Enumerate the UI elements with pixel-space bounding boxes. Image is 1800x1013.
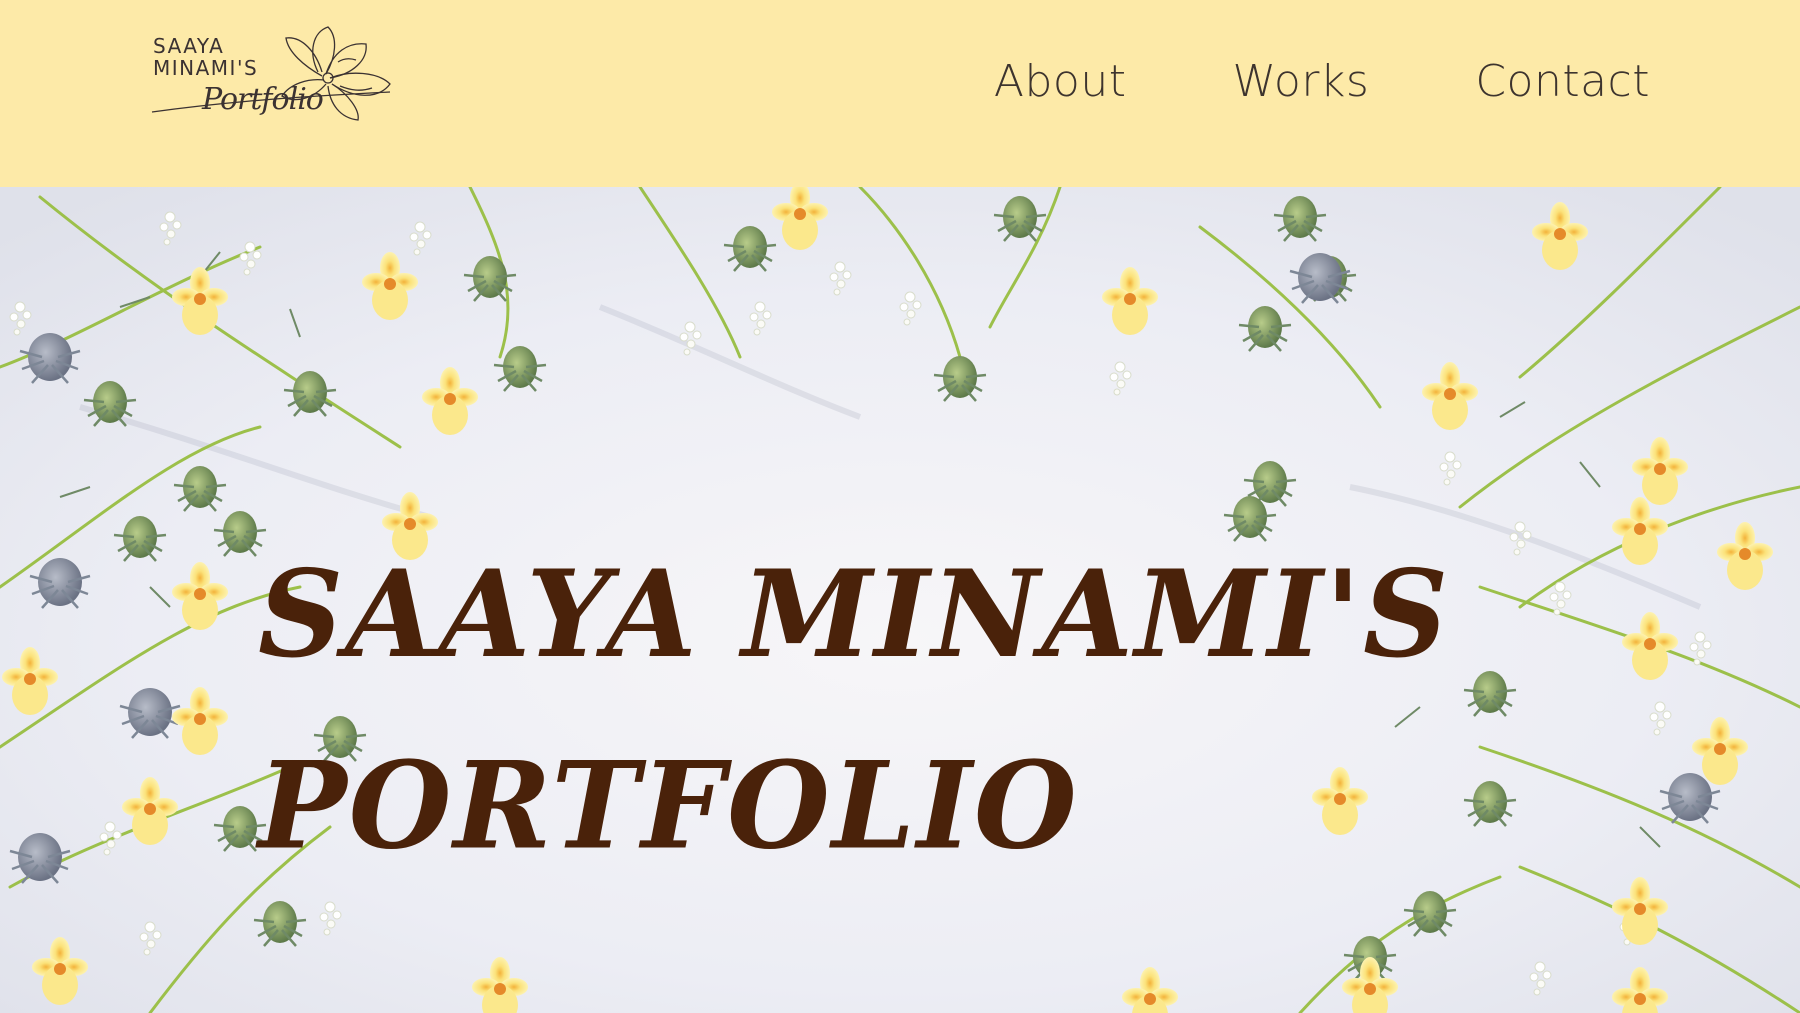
nav-about-link[interactable]: About (994, 56, 1127, 107)
main-nav: About Works Contact (888, 56, 1650, 107)
hero-title-line-1: SAAYA MINAMI'S (258, 542, 1451, 685)
hero-title: SAAYA MINAMI'S PORTFOLIO (258, 518, 1450, 902)
hero-section: SAAYA MINAMI'S PORTFOLIO (0, 187, 1800, 1013)
nav-works-link[interactable]: Works (1232, 56, 1369, 107)
magnolia-flower-icon (281, 26, 391, 121)
site-logo[interactable]: SAAYA MINAMI'S Portfolio (150, 20, 400, 138)
nav-contact-link[interactable]: Contact (1475, 56, 1650, 107)
hero-title-line-2: PORTFOLIO (258, 734, 1079, 877)
site-header: SAAYA MINAMI'S Portfolio About Works Con… (0, 0, 1800, 187)
